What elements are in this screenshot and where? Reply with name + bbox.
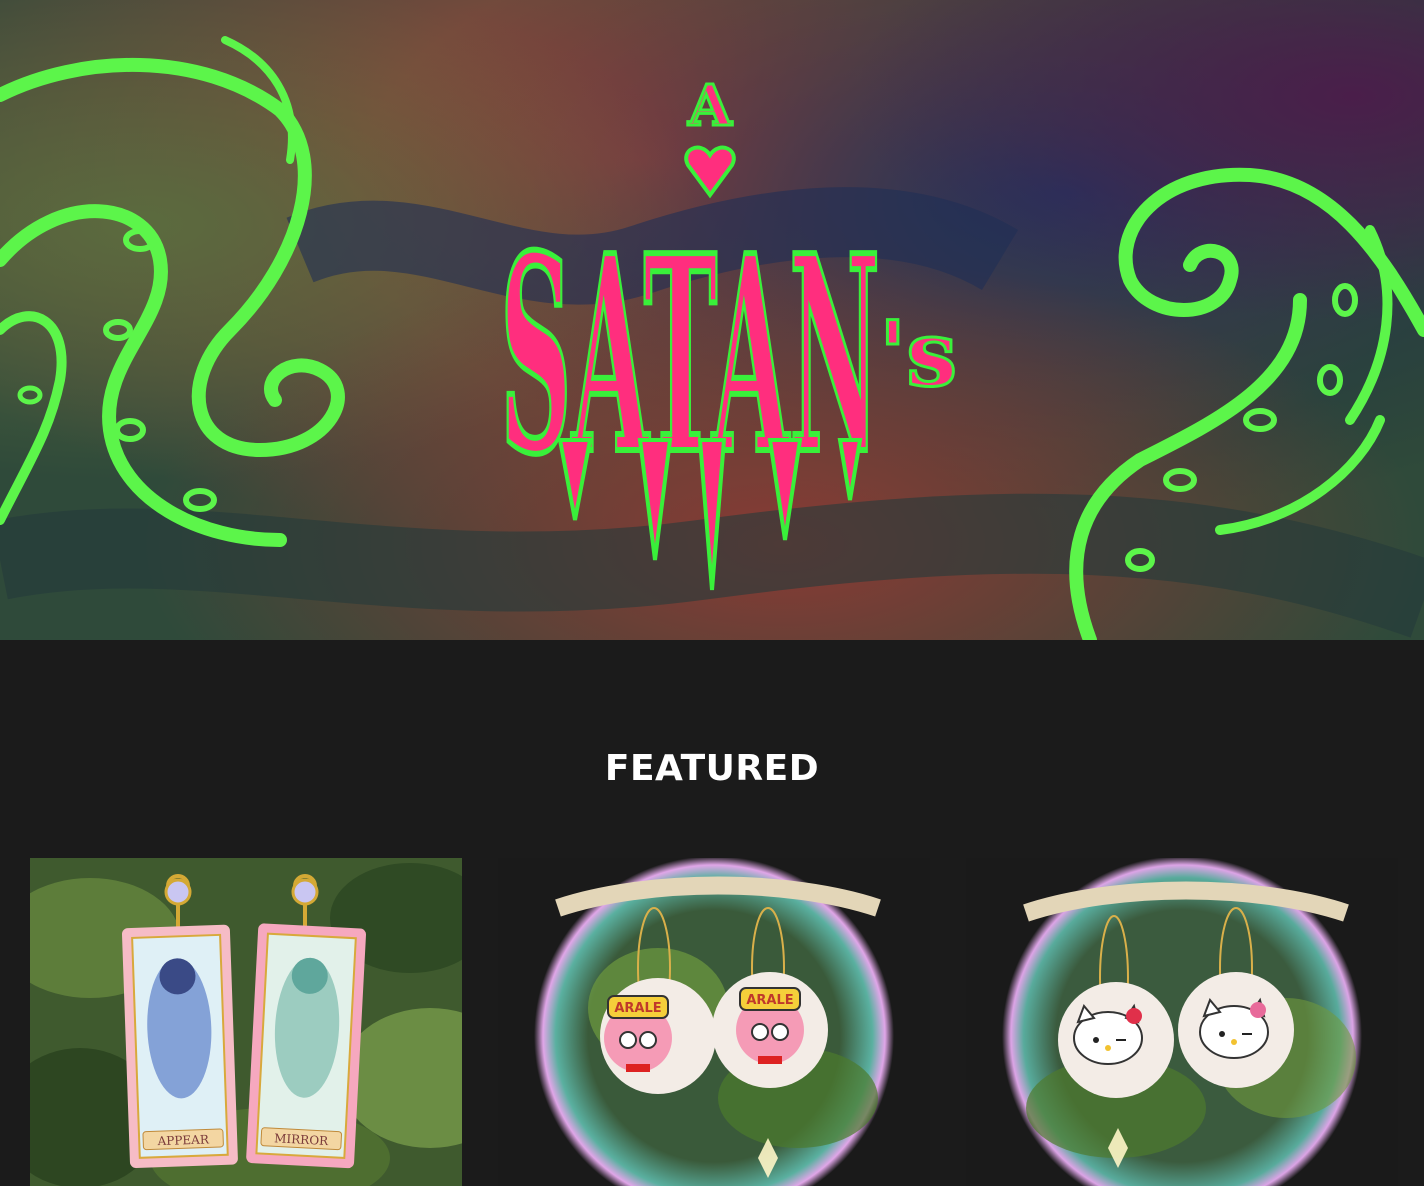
product-card[interactable] bbox=[966, 858, 1398, 1186]
hello-kitty-earrings-image bbox=[966, 858, 1398, 1186]
product-card[interactable]: APPEAR MIRROR bbox=[30, 858, 462, 1186]
featured-section: FEATURED APPEAR MIRROR ARALE ARALE bbox=[0, 640, 1424, 1186]
card-captor-earrings-image: APPEAR MIRROR bbox=[30, 858, 462, 1186]
hello-kitty-charm-icon bbox=[1199, 997, 1269, 1059]
featured-heading: FEATURED bbox=[604, 748, 820, 789]
logo-prefix: A bbox=[687, 73, 733, 139]
logo-main: SATAN bbox=[500, 196, 880, 514]
arale-label: ARALE bbox=[614, 1001, 661, 1016]
crystal-icon bbox=[291, 878, 319, 906]
arale-label: ARALE bbox=[746, 993, 793, 1008]
crystal-icon bbox=[164, 878, 192, 906]
card-label: APPEAR bbox=[156, 1132, 210, 1148]
featured-product-grid: APPEAR MIRROR ARALE ARALE bbox=[30, 858, 1398, 1186]
product-card[interactable]: ARALE ARALE bbox=[498, 858, 930, 1186]
card-label: MIRROR bbox=[274, 1131, 330, 1148]
arale-earrings-image: ARALE ARALE bbox=[498, 858, 930, 1186]
logo-suffix: 's bbox=[879, 301, 957, 407]
arale-charm-icon: ARALE bbox=[604, 995, 672, 1072]
hero-background: A SATAN 's bbox=[0, 0, 1424, 640]
hello-kitty-charm-icon bbox=[1073, 1003, 1143, 1065]
hero-banner: A SATAN 's bbox=[0, 0, 1424, 640]
arale-charm-icon: ARALE bbox=[736, 987, 804, 1064]
